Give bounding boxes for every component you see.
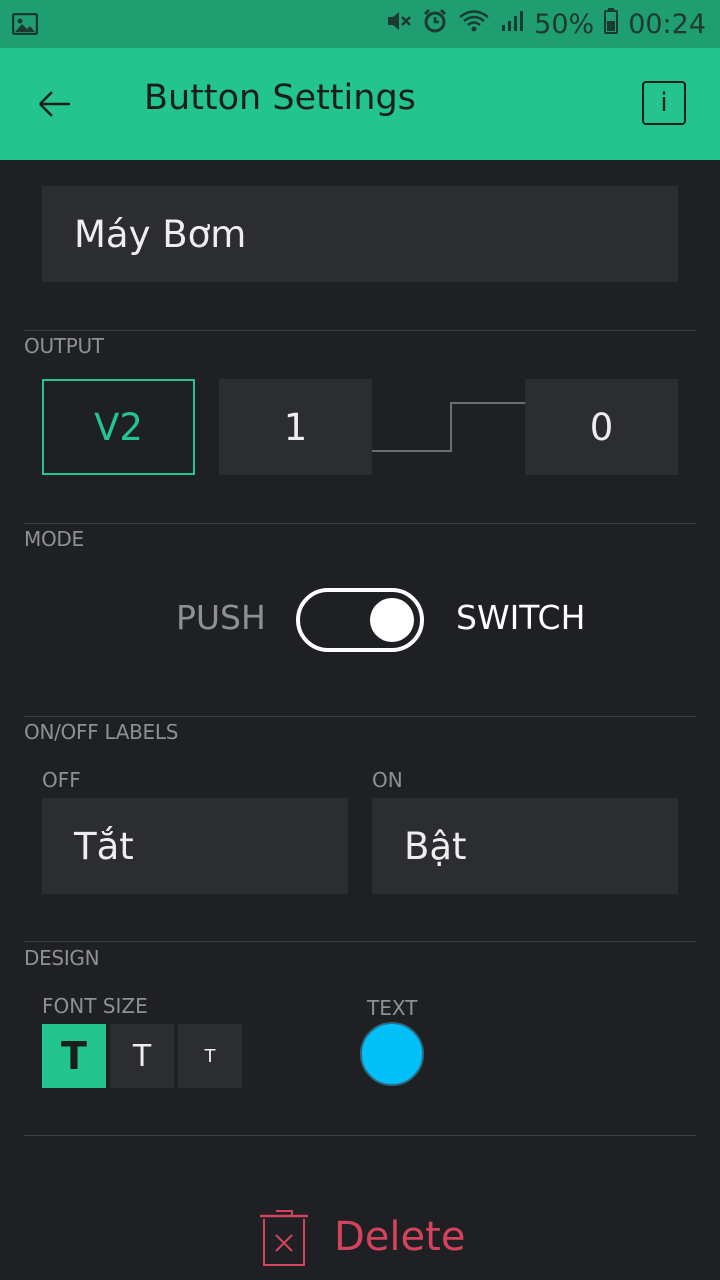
value-range-line	[372, 402, 526, 452]
divider	[24, 1135, 696, 1136]
wifi-icon	[458, 8, 490, 41]
pin-selector[interactable]: V2	[42, 379, 195, 475]
text-color-caption: TEXT	[367, 996, 418, 1020]
back-arrow-icon	[39, 91, 70, 117]
delete-label: Delete	[334, 1214, 466, 1260]
off-label-input[interactable]: Tắt	[42, 798, 348, 894]
status-bar: 50% 00:24	[0, 0, 720, 48]
widget-name-input[interactable]: Máy Bơm	[42, 186, 678, 282]
section-label-labels: ON/OFF LABELS	[24, 720, 179, 744]
section-label-design: DESIGN	[24, 946, 100, 970]
clock: 00:24	[628, 8, 706, 40]
end-value-input[interactable]: 0	[525, 379, 678, 475]
font-size-medium-button[interactable]: T	[110, 1024, 174, 1088]
image-icon	[11, 12, 39, 36]
alarm-icon	[422, 8, 448, 41]
app-bar: Button Settings i	[0, 48, 720, 160]
on-label-caption: ON	[372, 768, 403, 792]
page-title: Button Settings	[144, 78, 416, 118]
off-label-caption: OFF	[42, 768, 81, 792]
divider	[24, 523, 696, 524]
trash-icon	[260, 1210, 308, 1266]
font-size-caption: FONT SIZE	[42, 994, 148, 1018]
section-label-output: OUTPUT	[24, 334, 104, 358]
battery-icon	[604, 7, 619, 41]
font-size-small-button[interactable]: T	[178, 1024, 242, 1088]
text-color-picker[interactable]	[360, 1022, 424, 1086]
battery-percent: 50%	[534, 8, 595, 40]
info-button[interactable]: i	[642, 81, 686, 125]
on-label-input[interactable]: Bật	[372, 798, 678, 894]
push-label: PUSH	[176, 598, 266, 637]
start-value-input[interactable]: 1	[219, 379, 372, 475]
switch-label: SWITCH	[456, 598, 586, 637]
divider	[24, 941, 696, 942]
signal-icon	[500, 9, 524, 40]
divider	[24, 330, 696, 331]
mute-icon	[386, 9, 412, 40]
status-icons: 50% 00:24	[386, 7, 706, 41]
section-label-mode: MODE	[24, 527, 84, 551]
divider	[24, 716, 696, 717]
back-button[interactable]	[30, 82, 80, 126]
font-size-large-button[interactable]: T	[42, 1024, 106, 1088]
delete-button[interactable]: Delete	[258, 1206, 478, 1268]
mode-toggle[interactable]	[296, 588, 424, 652]
toggle-knob	[370, 598, 414, 642]
